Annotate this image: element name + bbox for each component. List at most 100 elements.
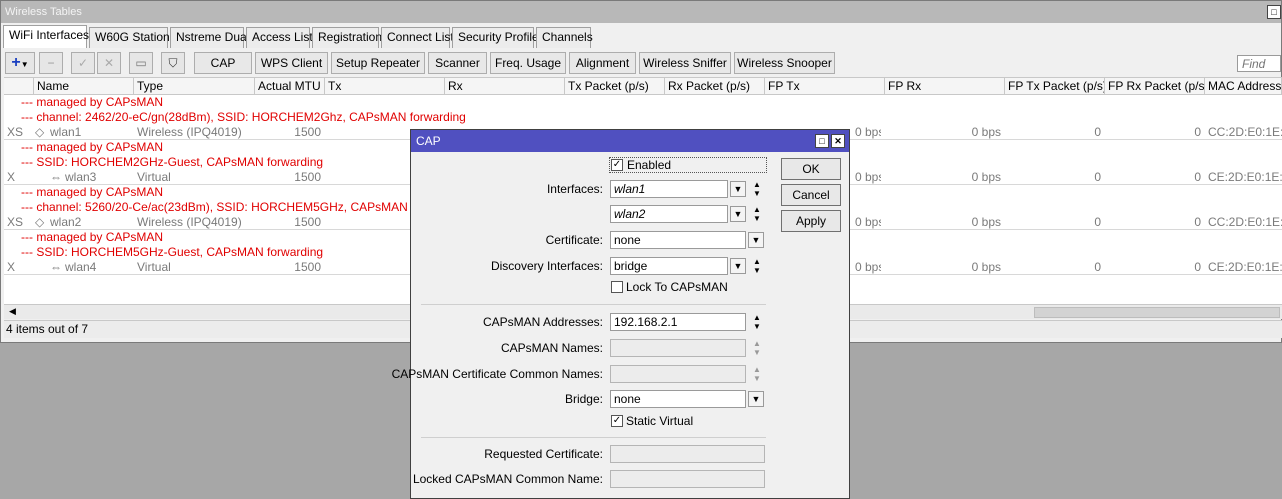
certificate-select[interactable]: none bbox=[610, 231, 746, 249]
row-mac: CE:2D:E0:1E:C7 bbox=[1208, 260, 1282, 274]
virtual-interface-icon: ⇔ bbox=[50, 170, 62, 184]
chevron-down-icon[interactable]: ▼ bbox=[748, 232, 764, 248]
bridge-select[interactable]: none bbox=[610, 390, 746, 408]
tab-nstreme-dual[interactable]: Nstreme Dual bbox=[170, 27, 249, 48]
chevron-down-icon[interactable]: ▼ bbox=[748, 391, 764, 407]
capsman-cert-names-field[interactable] bbox=[610, 365, 746, 383]
interfaces-label: Interfaces: bbox=[546, 182, 603, 196]
header-flags[interactable] bbox=[4, 78, 34, 95]
tab-w60g-station[interactable]: W60G Station bbox=[89, 27, 170, 48]
header-tx[interactable]: Tx bbox=[325, 78, 445, 95]
tab-registration[interactable]: Registration bbox=[312, 27, 382, 48]
tab-channels[interactable]: Channels bbox=[536, 27, 593, 48]
enabled-checkbox-group[interactable]: ✓ Enabled bbox=[609, 157, 767, 173]
lock-to-capsman-checkbox[interactable] bbox=[611, 281, 623, 293]
row-type: Wireless (IPQ4019) bbox=[137, 215, 242, 229]
wps-client-button[interactable]: WPS Client bbox=[255, 52, 328, 74]
header-tx-packet[interactable]: Tx Packet (p/s) bbox=[565, 78, 665, 95]
up-down-arrows-icon[interactable]: ▲ ▼ bbox=[751, 365, 763, 383]
chevron-down-icon[interactable]: ▼ bbox=[730, 181, 746, 197]
scrollbar-thumb[interactable] bbox=[1034, 307, 1280, 318]
tab-security-profiles[interactable]: Security Profiles bbox=[452, 27, 545, 48]
table-header: Name Type Actual MTU Tx Rx Tx Packet (p/… bbox=[4, 78, 1282, 95]
header-rx[interactable]: Rx bbox=[445, 78, 565, 95]
row-mtu: 1500 bbox=[294, 260, 321, 274]
ok-button[interactable]: OK bbox=[781, 158, 841, 180]
table-row-comment[interactable]: --- managed by CAPsMAN bbox=[4, 95, 1282, 110]
cap-button[interactable]: CAP bbox=[194, 52, 252, 74]
window-title: Wireless Tables bbox=[5, 6, 82, 18]
requested-certificate-label: Requested Certificate: bbox=[484, 447, 603, 461]
lock-to-capsman-label: Lock To CAPsMAN bbox=[626, 280, 728, 294]
up-down-arrows-icon[interactable]: ▲ ▼ bbox=[751, 257, 763, 275]
up-down-arrows-icon[interactable]: ▲ ▼ bbox=[751, 205, 763, 223]
divider bbox=[421, 304, 766, 305]
header-fp-tx-packet[interactable]: FP Tx Packet (p/s) bbox=[1005, 78, 1105, 95]
static-virtual-checkbox[interactable]: ✓ bbox=[611, 415, 623, 427]
capsman-addresses-field[interactable]: 192.168.2.1 bbox=[610, 313, 746, 331]
tab-wifi-interfaces[interactable]: WiFi Interfaces bbox=[3, 25, 89, 48]
wireless-interface-icon: ◇ bbox=[35, 215, 45, 229]
toolbar: +▼ − ✓ ✕ ▭ ⛉ CAP WPS Client Setup Repeat… bbox=[1, 50, 1281, 76]
discovery-interfaces-field[interactable]: bridge bbox=[610, 257, 728, 275]
row-fp-rx: 0 bps bbox=[971, 260, 1001, 274]
interface-field-1[interactable]: wlan1 bbox=[610, 180, 728, 198]
row-mtu: 1500 bbox=[294, 215, 321, 229]
up-down-arrows-icon[interactable]: ▲ ▼ bbox=[751, 339, 763, 357]
maximize-icon[interactable]: □ bbox=[1267, 5, 1281, 19]
header-type[interactable]: Type bbox=[134, 78, 255, 95]
maximize-icon[interactable]: □ bbox=[815, 134, 829, 148]
row-flag: XS bbox=[7, 215, 24, 229]
enable-icon[interactable]: ✓ bbox=[71, 52, 95, 74]
cancel-button[interactable]: Cancel bbox=[781, 184, 841, 206]
row-fp-rx-packet: 0 bbox=[1194, 215, 1201, 229]
enabled-checkbox[interactable]: ✓ bbox=[611, 159, 623, 171]
header-actual-mtu[interactable]: Actual MTU bbox=[255, 78, 325, 95]
row-name: wlan4 bbox=[65, 260, 97, 274]
discovery-interfaces-label: Discovery Interfaces: bbox=[490, 259, 603, 273]
wireless-interface-icon: ◇ bbox=[35, 125, 45, 139]
remove-icon[interactable]: − bbox=[39, 52, 63, 74]
row-fp-rx-packet: 0 bbox=[1194, 125, 1201, 139]
tab-access-list[interactable]: Access List bbox=[246, 27, 313, 48]
row-name: wlan1 bbox=[50, 125, 82, 139]
row-type: Virtual bbox=[137, 260, 171, 274]
wireless-snooper-button[interactable]: Wireless Snooper bbox=[734, 52, 835, 74]
header-name[interactable]: Name bbox=[34, 78, 134, 95]
comment-icon[interactable]: ▭ bbox=[129, 52, 153, 74]
freq-usage-button[interactable]: Freq. Usage bbox=[490, 52, 566, 74]
tab-connect-list[interactable]: Connect List bbox=[381, 27, 454, 48]
scanner-button[interactable]: Scanner bbox=[428, 52, 487, 74]
apply-button[interactable]: Apply bbox=[781, 210, 841, 232]
wireless-sniffer-button[interactable]: Wireless Sniffer bbox=[639, 52, 731, 74]
add-icon[interactable]: +▼ bbox=[5, 52, 35, 74]
alignment-button[interactable]: Alignment bbox=[569, 52, 636, 74]
interface-field-2[interactable]: wlan2 bbox=[610, 205, 728, 223]
header-rx-packet[interactable]: Rx Packet (p/s) bbox=[665, 78, 765, 95]
header-mac-address[interactable]: MAC Address bbox=[1205, 78, 1282, 95]
header-fp-rx[interactable]: FP Rx bbox=[885, 78, 1005, 95]
capsman-names-field[interactable] bbox=[610, 339, 746, 357]
disable-icon[interactable]: ✕ bbox=[97, 52, 121, 74]
cap-dialog: CAP □ ✕ ✓ Enabled Interfaces: wlan1 ▼ ▲ ▼… bbox=[392, 129, 850, 499]
locked-capsman-name-field bbox=[610, 470, 765, 488]
row-fp-tx-packet: 0 bbox=[1094, 260, 1101, 274]
chevron-down-icon[interactable]: ▼ bbox=[730, 206, 746, 222]
up-down-arrows-icon[interactable]: ▲ ▼ bbox=[751, 180, 763, 198]
dialog-title-bar[interactable]: CAP bbox=[411, 130, 849, 152]
header-fp-rx-packet[interactable]: FP Rx Packet (p/s) bbox=[1105, 78, 1205, 95]
up-down-arrows-icon[interactable]: ▲ ▼ bbox=[751, 313, 763, 331]
find-input[interactable] bbox=[1237, 55, 1281, 72]
chevron-down-icon[interactable]: ▼ bbox=[730, 258, 746, 274]
filter-icon[interactable]: ⛉ bbox=[161, 52, 185, 74]
table-row-comment[interactable]: --- channel: 2462/20-eC/gn(28dBm), SSID:… bbox=[4, 110, 1282, 125]
header-fp-tx[interactable]: FP Tx bbox=[765, 78, 885, 95]
setup-repeater-button[interactable]: Setup Repeater bbox=[331, 52, 425, 74]
item-count: 4 items out of 7 bbox=[6, 322, 89, 336]
bridge-label: Bridge: bbox=[564, 392, 603, 406]
window-title-bar[interactable]: Wireless Tables bbox=[1, 1, 1281, 23]
row-fp-rx: 0 bps bbox=[971, 125, 1001, 139]
row-mac: CC:2D:E0:1E:C7 bbox=[1208, 125, 1282, 139]
close-icon[interactable]: ✕ bbox=[831, 134, 845, 148]
scroll-left-icon[interactable]: ◀ bbox=[9, 306, 16, 317]
